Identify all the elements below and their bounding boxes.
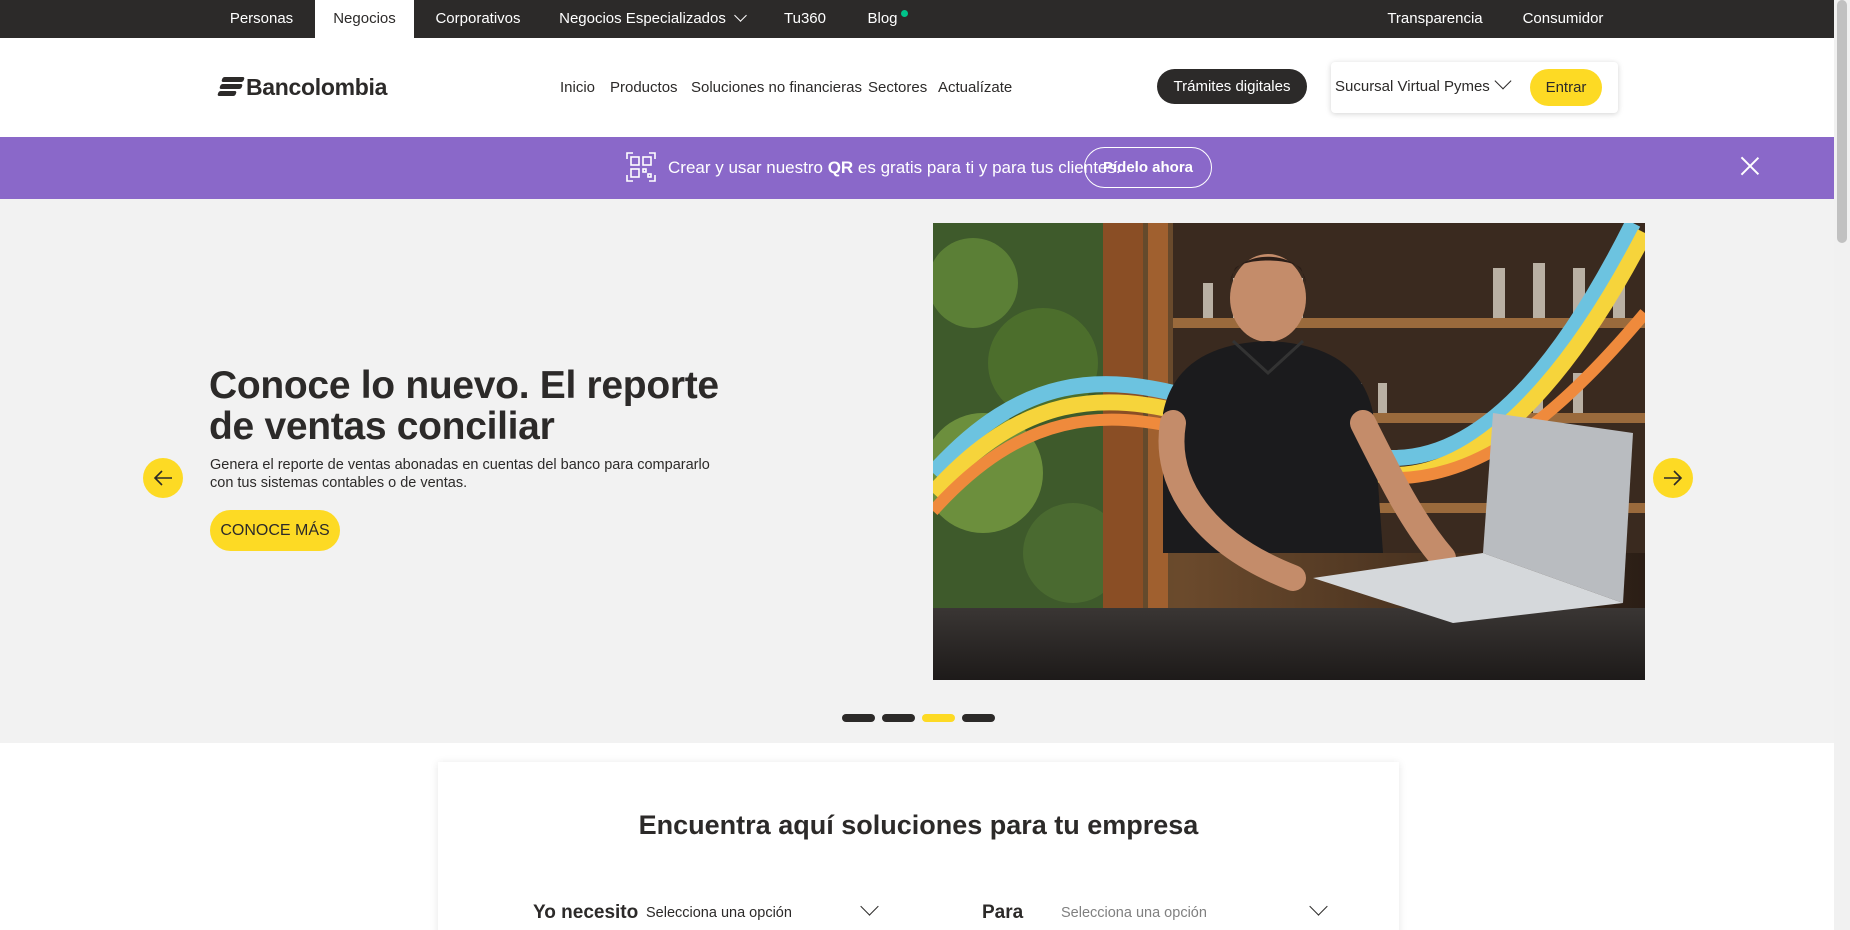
top-segment-bar: Personas Negocios Corporativos Negocios … [0, 0, 1834, 38]
for-label: Para [982, 902, 1024, 923]
carousel-dot-4[interactable] [962, 714, 995, 722]
chevron-down-icon[interactable] [1494, 72, 1512, 90]
tab-label: Blog [867, 10, 898, 27]
chevron-down-icon [734, 9, 747, 22]
chevron-down-icon[interactable] [860, 897, 879, 916]
banner-message: Crear y usar nuestro QR es gratis para t… [668, 158, 1121, 178]
for-select[interactable]: Selecciona una opción [1061, 905, 1207, 921]
tab-label: Negocios [333, 10, 396, 27]
qr-code-icon [626, 152, 656, 182]
logo-text: Bancolombia [246, 73, 388, 100]
tab-negocios[interactable]: Negocios [315, 0, 414, 38]
carousel-dot-1[interactable] [842, 714, 875, 722]
tab-label: Corporativos [435, 10, 521, 27]
hero-photo-illustration [933, 223, 1645, 680]
page-scrollbar[interactable] [1834, 0, 1850, 930]
nav-item-sectores[interactable]: Sectores [868, 79, 927, 96]
sucursal-select[interactable]: Sucursal Virtual Pymes [1335, 78, 1490, 95]
carousel-dot-2[interactable] [882, 714, 915, 722]
tab-label: Transparencia [1387, 10, 1483, 27]
nav-item-soluciones[interactable]: Soluciones no financieras [691, 79, 862, 96]
banner-text-part: es gratis para ti y para tus clientes. [853, 158, 1121, 177]
arrow-right-icon [1664, 470, 1683, 486]
entrar-button[interactable]: Entrar [1530, 69, 1602, 106]
sucursal-login-box: Sucursal Virtual Pymes Entrar [1331, 62, 1618, 113]
tab-consumidor[interactable]: Consumidor [1517, 0, 1609, 38]
tab-label: Negocios Especializados [559, 10, 726, 27]
banner-text-part: Crear y usar nuestro [668, 158, 828, 177]
tab-tu360[interactable]: Tu360 [775, 0, 835, 38]
site-header: Bancolombia Inicio Productos Soluciones … [0, 38, 1834, 137]
tramites-digitales-button[interactable]: Trámites digitales [1157, 69, 1307, 104]
need-label: Yo necesito [533, 902, 639, 923]
nav-item-inicio[interactable]: Inicio [560, 79, 595, 96]
hero-image [933, 223, 1645, 680]
new-indicator-dot [901, 10, 908, 17]
hero-title: Conoce lo nuevo. El reporte de ventas co… [209, 364, 719, 448]
tab-label: Personas [229, 10, 294, 27]
need-select[interactable]: Selecciona una opción [646, 905, 792, 921]
carousel-next-button[interactable] [1653, 458, 1693, 498]
tab-corporativos[interactable]: Corporativos [425, 0, 531, 38]
nav-item-productos[interactable]: Productos [610, 79, 678, 96]
bancolombia-logo[interactable]: Bancolombia [217, 72, 388, 102]
page: Personas Negocios Corporativos Negocios … [0, 0, 1834, 930]
promo-banner: Crear y usar nuestro QR es gratis para t… [0, 137, 1834, 199]
solutions-finder: Encuentra aquí soluciones para tu empres… [438, 762, 1399, 930]
arrow-left-icon [153, 470, 172, 486]
chevron-down-icon[interactable] [1309, 897, 1328, 916]
tab-negocios-especializados[interactable]: Negocios Especializados [552, 0, 752, 38]
tab-label: Tu360 [784, 10, 826, 27]
carousel-prev-button[interactable] [143, 458, 183, 498]
carousel-dot-3[interactable] [922, 714, 955, 722]
conoce-mas-button[interactable]: CONOCE MÁS [210, 510, 340, 551]
bancolombia-logo-icon [217, 76, 245, 98]
hero-description: Genera el reporte de ventas abonadas en … [210, 457, 710, 491]
pidelo-ahora-button[interactable]: Pídelo ahora [1084, 147, 1212, 188]
banner-text-bold: QR [827, 158, 854, 177]
tab-personas[interactable]: Personas [214, 0, 309, 38]
tab-blog[interactable]: Blog [860, 0, 905, 38]
finder-title: Encuentra aquí soluciones para tu empres… [638, 810, 1199, 840]
close-icon[interactable] [1740, 156, 1760, 176]
hero-carousel: Conoce lo nuevo. El reporte de ventas co… [0, 199, 1834, 743]
scrollbar-thumb[interactable] [1837, 0, 1847, 243]
tab-label: Consumidor [1522, 10, 1604, 27]
tab-transparencia[interactable]: Transparencia [1380, 0, 1490, 38]
nav-item-actualizate[interactable]: Actualízate [938, 79, 1012, 96]
